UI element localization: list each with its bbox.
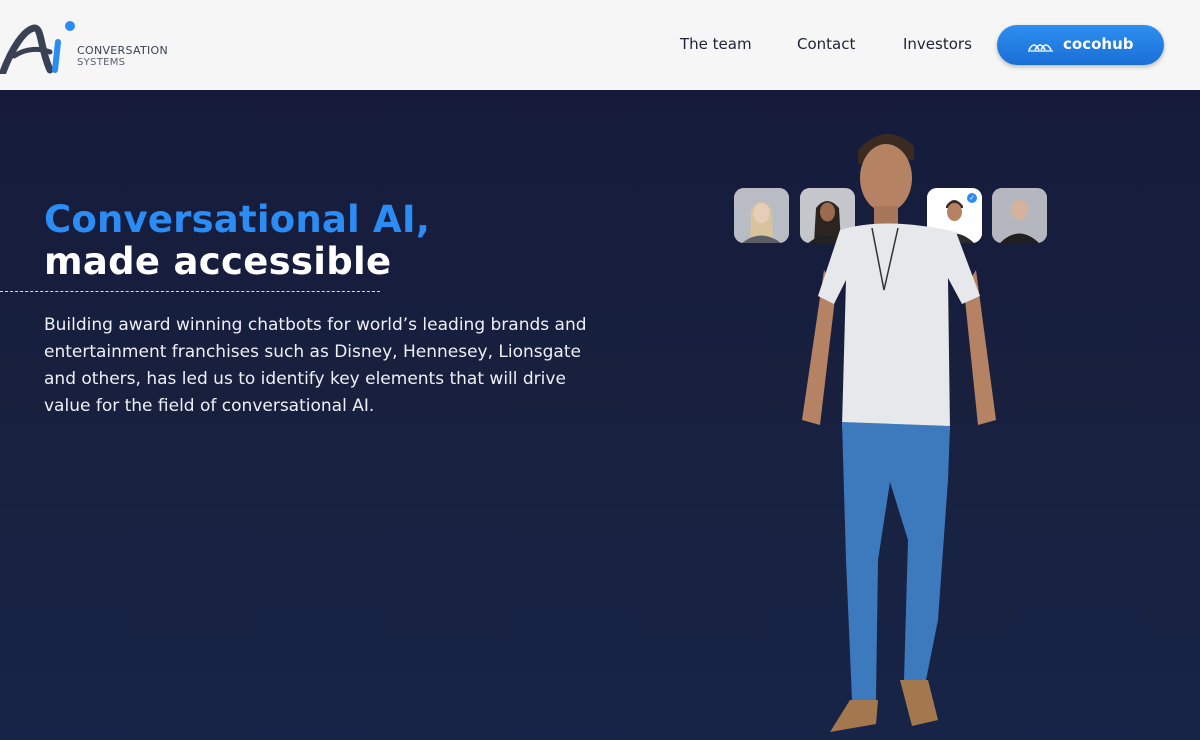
character-left-shoe: [830, 700, 878, 732]
nav-link-contact[interactable]: Contact: [797, 35, 855, 53]
top-header: CONVERSATION SYSTEMS The team Contact In…: [0, 0, 1200, 90]
brand-logo[interactable]: CONVERSATION SYSTEMS: [0, 14, 190, 76]
nav-link-the-team[interactable]: The team: [680, 35, 752, 53]
brand-name-line2: SYSTEMS: [77, 57, 126, 68]
cocohub-button[interactable]: cocohub: [997, 25, 1164, 65]
character-right-shoe: [900, 680, 938, 726]
character-tshirt: [818, 223, 980, 435]
brand-name-line1: CONVERSATION: [77, 44, 168, 57]
ai-logo-icon: [0, 21, 75, 74]
cocohub-logo-icon: [1028, 44, 1053, 52]
hero-headline-accent: Conversational AI,: [44, 198, 431, 241]
hero-description: Building award winning chatbots for worl…: [44, 315, 587, 416]
character-jeans: [842, 422, 950, 700]
character-head: [860, 144, 912, 212]
character-3d-model: [802, 133, 996, 732]
dashed-divider: [0, 291, 380, 292]
hero-headline: made accessible: [44, 240, 392, 283]
nav-link-investors[interactable]: Investors: [903, 35, 972, 53]
cocohub-button-label: cocohub: [1063, 35, 1134, 53]
hero-section: Conversational AI, made accessible Build…: [0, 90, 1200, 740]
